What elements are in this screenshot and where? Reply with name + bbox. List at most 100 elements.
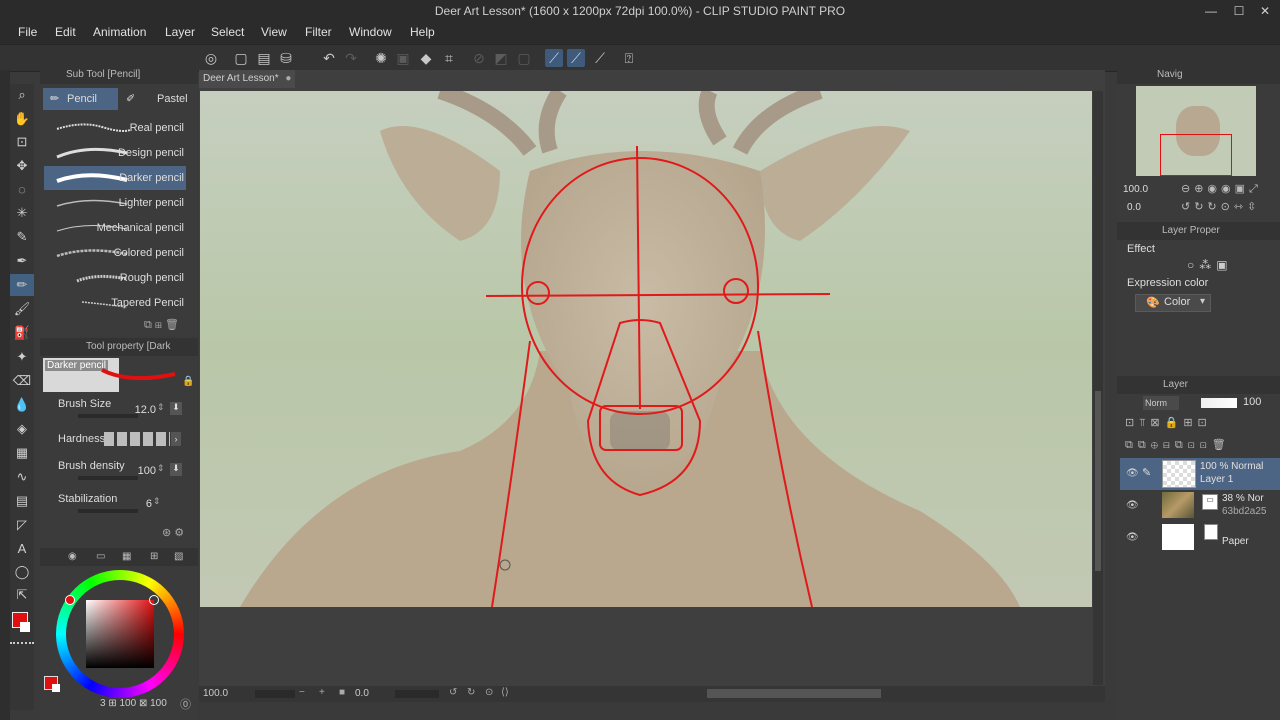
crop-icon[interactable]: ⊘ [470, 49, 488, 67]
airbrush-icon[interactable]: ⛽ [10, 322, 34, 344]
brush-mechanical-pencil[interactable]: Mechanical pencil [44, 216, 186, 240]
reset-rotation-icon[interactable]: ⊙ [485, 687, 493, 698]
expression-color-select[interactable]: 🎨 Color ▾ [1135, 294, 1211, 312]
copy-subtool-icon[interactable]: ⧉ [144, 319, 152, 331]
invert-selection-icon[interactable]: ◩ [492, 49, 510, 67]
brush-lighter-pencil[interactable]: Lighter pencil [44, 191, 186, 215]
menu-animation[interactable]: Animation [93, 25, 146, 39]
lock-icon[interactable]: 🔒 [182, 376, 194, 387]
settings-icon[interactable]: ⚙ [174, 527, 184, 539]
reset-icon[interactable]: ⊛ [162, 527, 171, 539]
brush-tool-icon[interactable]: 🖌 [10, 298, 34, 320]
navigator-zoom[interactable]: 100.0 [1123, 184, 1148, 195]
brush-size-value[interactable]: 12.0 [132, 404, 156, 416]
tab-pastel[interactable]: ✐ Pastel [120, 88, 195, 110]
move-layer-icon[interactable]: ✥ [10, 155, 34, 177]
hardness-selector[interactable] [104, 432, 170, 446]
layer-row-photo[interactable]: 👁 ▭ 38 % Nor 63bd2a25 [1120, 490, 1280, 522]
ruler-icon[interactable]: ◸ [10, 514, 34, 536]
canvas[interactable] [200, 91, 1092, 607]
stepper-icon[interactable]: ⇕ [157, 402, 165, 413]
figure-icon[interactable]: ∿ [10, 466, 34, 488]
sub-color-swatch[interactable] [20, 622, 30, 632]
rotate-right-icon[interactable]: ↻ [467, 687, 475, 698]
opacity-value[interactable]: 100 [1243, 396, 1261, 408]
snap-special-ruler-icon[interactable]: ⟋ [567, 49, 585, 67]
clear-outside-icon[interactable]: ▣ [394, 49, 412, 67]
transform-icon[interactable]: ⌗ [440, 49, 458, 67]
approx-color-tab-icon[interactable]: ▧ [174, 548, 183, 566]
fill-bucket-icon[interactable]: ◈ [10, 418, 34, 440]
chevron-right-icon[interactable]: › [171, 432, 181, 446]
hand-tool-icon[interactable]: ✋ [10, 108, 34, 130]
tab-pencil[interactable]: ✏ Pencil [43, 88, 118, 110]
gradient-icon[interactable]: ▦ [10, 442, 34, 464]
brush-colored-pencil[interactable]: Colored pencil [44, 241, 186, 265]
layer-lock-icons[interactable]: ⊡⫪⊠🔒⊞⊡ [1125, 416, 1212, 430]
brush-size-slider[interactable] [78, 414, 138, 418]
canvas-artwork[interactable] [200, 91, 1092, 607]
erase-icon[interactable]: ✺ [372, 49, 390, 67]
rotate-left-icon[interactable]: ↺ [449, 687, 457, 698]
operation-tool-icon[interactable]: ⊡ [10, 131, 34, 153]
close-button[interactable]: ✕ [1254, 2, 1276, 20]
menu-layer[interactable]: Layer [165, 25, 195, 39]
sub-color-mini-swatch[interactable] [52, 684, 60, 692]
layer-row-layer-1[interactable]: 👁 ✎ 100 % Normal Layer 1 [1120, 458, 1280, 490]
delete-subtool-icon[interactable]: 🗑 [165, 319, 179, 331]
add-subtool-icon[interactable]: ⊞ [155, 319, 162, 331]
zoom-slider[interactable] [255, 690, 295, 698]
color-wheel-tab-icon[interactable]: ◉ [68, 548, 77, 566]
brush-density-value[interactable]: 100 [132, 465, 156, 477]
hue-handle[interactable] [65, 595, 75, 605]
document-tab[interactable]: Deer Art Lesson* ● [199, 70, 295, 88]
zoom-in-icon[interactable]: + [319, 687, 325, 698]
fill-icon[interactable]: ◆ [417, 49, 435, 67]
save-icon[interactable]: ⛁ [277, 49, 295, 67]
eyedropper-icon[interactable]: ✎ [10, 226, 34, 248]
layer-row-paper[interactable]: 👁 Paper [1120, 522, 1280, 554]
minimize-button[interactable]: — [1200, 2, 1222, 20]
brush-density-slider[interactable] [78, 476, 138, 480]
eye-icon[interactable]: 👁 [1126, 532, 1139, 543]
angle-value[interactable]: 0.0 [355, 688, 369, 699]
brush-rough-pencil[interactable]: Rough pencil [44, 266, 186, 290]
blend-icon[interactable]: 💧 [10, 394, 34, 416]
layer-action-icons[interactable]: ⧉⧉⊕⊟⧉⊡⊡🗑 [1125, 438, 1231, 452]
opacity-slider[interactable] [1201, 398, 1237, 408]
brush-tapered-pencil[interactable]: Tapered Pencil [44, 291, 186, 315]
blend-mode-select[interactable]: Norm [1143, 396, 1179, 410]
clip-studio-icon[interactable]: ◎ [202, 49, 220, 67]
new-file-icon[interactable]: ▢ [232, 49, 250, 67]
brush-design-pencil[interactable]: Design pencil [44, 141, 186, 165]
fit-icon[interactable]: ■ [339, 687, 345, 698]
stepper-icon[interactable]: ⇕ [153, 496, 161, 507]
open-file-icon[interactable]: ▤ [255, 49, 273, 67]
navigator-zoom-controls[interactable]: ⊖⊕◉◉▣⤢ [1181, 182, 1262, 196]
navigator-rotate-controls[interactable]: ↺↻↻⊙⇿⇳ [1181, 200, 1260, 213]
zoom-value[interactable]: 100.0 [203, 688, 228, 699]
color-slider-tab-icon[interactable]: ▭ [96, 548, 105, 566]
flip-icon[interactable]: ⟨⟩ [501, 687, 509, 698]
text-tool-icon[interactable]: A [10, 538, 34, 560]
menu-edit[interactable]: Edit [55, 25, 76, 39]
stepper-icon[interactable]: ⇕ [157, 463, 165, 474]
eraser-icon[interactable]: ⌫ [10, 370, 34, 392]
eye-icon[interactable]: 👁 [1126, 468, 1139, 479]
navigator-viewport[interactable] [1160, 134, 1232, 176]
vertical-scroll-thumb[interactable] [1095, 391, 1101, 571]
brush-darker-pencil[interactable]: Darker pencil [44, 166, 186, 190]
pencil-tool-icon[interactable]: ✏ [10, 274, 34, 296]
menu-help[interactable]: Help [410, 25, 435, 39]
effect-icons[interactable]: ○⁂▣ [1187, 258, 1233, 272]
menu-view[interactable]: View [261, 25, 287, 39]
close-tab-icon[interactable]: ● [281, 73, 291, 84]
saturation-value-square[interactable] [86, 600, 154, 668]
zoom-tool-icon[interactable]: ⌕ [10, 84, 34, 106]
zoom-out-icon[interactable]: − [299, 687, 305, 698]
transparent-color-icon[interactable] [10, 642, 34, 648]
color-picker-handle[interactable] [149, 595, 159, 605]
eye-icon[interactable]: 👁 [1126, 500, 1139, 511]
stabilization-value[interactable]: 6 [140, 498, 152, 510]
frame-border-icon[interactable]: ▤ [10, 490, 34, 512]
